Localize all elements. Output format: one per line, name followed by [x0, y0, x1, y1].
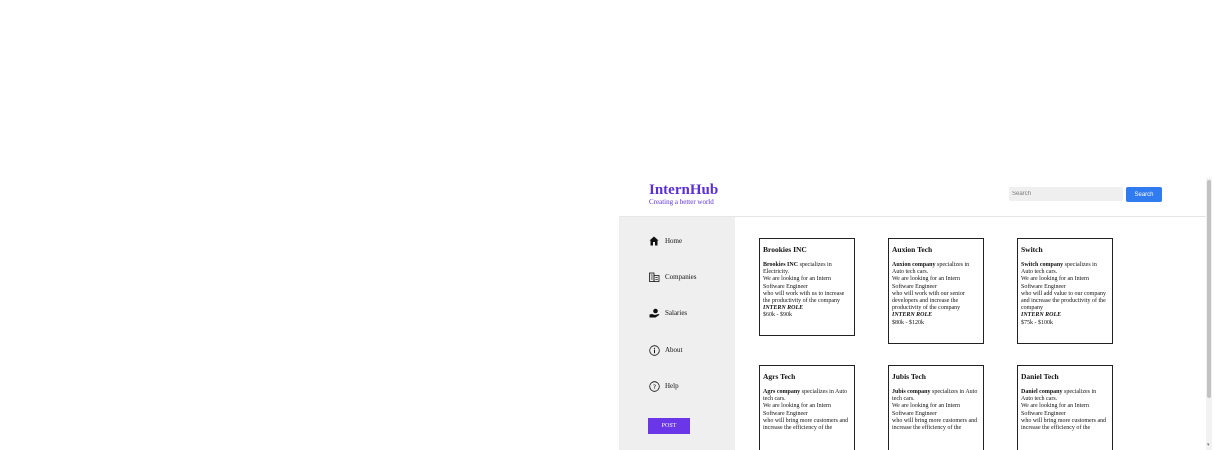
sidebar: Home Companies Salaries About ? Help POS…	[619, 217, 735, 450]
listings-area: Brookies INC Brookies INC specializes in…	[735, 217, 1209, 450]
card-title: Daniel Tech	[1021, 372, 1059, 381]
post-button[interactable]: POST	[648, 418, 690, 434]
card-line: who will work with our senior developers…	[892, 290, 965, 312]
card-description: Auxion company specializes in Auto tech …	[892, 262, 980, 327]
card-company: Brookies INC	[763, 262, 799, 268]
card-line: We are looking for an Intern Software En…	[892, 403, 960, 417]
internship-card[interactable]: Daniel Tech Daniel company specializes i…	[1017, 365, 1113, 450]
sidebar-item-label: Home	[665, 237, 683, 245]
help-icon: ?	[648, 380, 660, 392]
card-salary: $75k - $100k	[1021, 319, 1053, 326]
internship-card[interactable]: Auxion Tech Auxion company specializes i…	[888, 238, 984, 344]
card-line: who will bring more customers and increa…	[763, 417, 849, 432]
sidebar-item-companies[interactable]: Companies	[648, 270, 697, 284]
card-company: Agrs company	[763, 389, 801, 395]
card-title: Switch	[1021, 245, 1043, 254]
money-hand-icon	[648, 307, 660, 319]
card-title: Brookies INC	[763, 245, 807, 254]
card-role: INTERN ROLE	[763, 305, 804, 312]
internship-card[interactable]: Jubis Tech Jubis company specializes in …	[888, 365, 984, 450]
card-line: who will bring more customers and increa…	[1021, 417, 1107, 432]
scroll-down-arrow-icon[interactable]: ▾	[1207, 443, 1211, 448]
scrollbar-thumb[interactable]	[1207, 180, 1211, 398]
card-line: who will bring more customers and increa…	[892, 417, 978, 432]
card-line: We are looking for an Intern Software En…	[1021, 403, 1089, 417]
card-line: who will work with us to increase the pr…	[763, 290, 845, 305]
card-line: We are looking for an Intern Software En…	[763, 403, 831, 417]
info-icon	[648, 344, 660, 356]
card-salary: $60k - $90k	[763, 312, 792, 319]
card-line: We are looking for an Intern Software En…	[763, 276, 831, 290]
app-window: InternHub Creating a better world Search…	[619, 173, 1214, 450]
card-company: Switch company	[1021, 262, 1064, 268]
card-line: We are looking for an Intern Software En…	[1021, 276, 1089, 290]
top-header: InternHub Creating a better world Search	[619, 173, 1209, 217]
sidebar-item-label: Help	[665, 382, 679, 390]
svg-text:?: ?	[652, 382, 655, 390]
card-role: INTERN ROLE	[1021, 312, 1062, 319]
card-salary: $80k - $120k	[892, 319, 924, 326]
card-company: Jubis company	[892, 389, 931, 395]
card-description: Daniel company specializes in Auto tech …	[1021, 389, 1109, 432]
brand-title[interactable]: InternHub	[649, 182, 718, 199]
card-description: Brookies INC specializes in Electricity.…	[763, 262, 851, 320]
sidebar-item-label: Salaries	[665, 309, 688, 317]
card-title: Auxion Tech	[892, 245, 933, 254]
search-input[interactable]	[1009, 187, 1123, 201]
home-icon	[648, 235, 660, 247]
sidebar-item-home[interactable]: Home	[648, 234, 682, 248]
card-title: Jubis Tech	[892, 372, 926, 381]
card-description: Jubis company specializes in Auto tech c…	[892, 389, 980, 432]
card-description: Agrs company specializes in Auto tech ca…	[763, 389, 851, 432]
sidebar-item-salaries[interactable]: Salaries	[648, 306, 687, 320]
card-title: Agrs Tech	[763, 372, 796, 381]
card-company: Daniel company	[1021, 389, 1063, 395]
card-company: Auxion company	[892, 262, 936, 268]
sidebar-item-label: About	[665, 346, 683, 354]
internship-card[interactable]: Brookies INC Brookies INC specializes in…	[759, 238, 855, 336]
card-line: We are looking for an Intern Software En…	[892, 276, 960, 290]
card-line: who will add value to our company and in…	[1021, 290, 1106, 312]
internship-card[interactable]: Switch Switch company specializes in Aut…	[1017, 238, 1113, 344]
internship-card[interactable]: Agrs Tech Agrs company specializes in Au…	[759, 365, 855, 450]
sidebar-item-help[interactable]: ? Help	[648, 379, 679, 393]
card-description: Switch company specializes in Auto tech …	[1021, 262, 1109, 327]
brand-tagline: Creating a better world	[649, 198, 714, 206]
sidebar-item-label: Companies	[665, 273, 697, 281]
building-icon	[648, 271, 660, 283]
sidebar-item-about[interactable]: About	[648, 343, 683, 357]
card-role: INTERN ROLE	[892, 312, 933, 319]
search-button[interactable]: Search	[1126, 187, 1162, 202]
